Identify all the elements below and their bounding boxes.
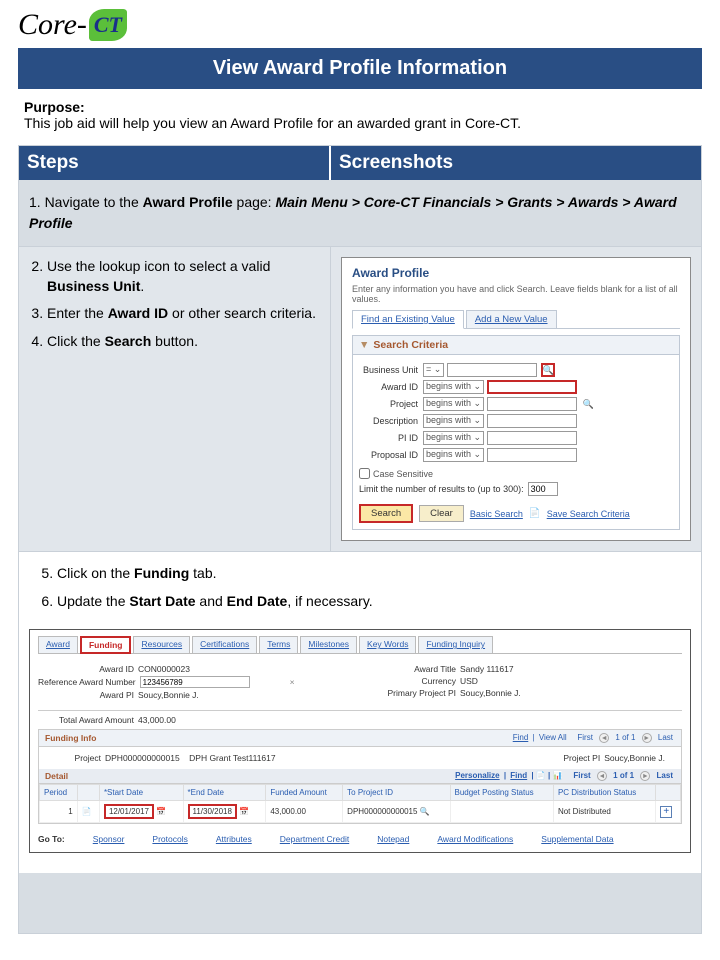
step-5: Click on the Funding tab. xyxy=(57,564,691,584)
row-doc-icon[interactable]: 📄 xyxy=(77,801,99,823)
search-criteria-header[interactable]: ▼Search Criteria xyxy=(353,336,679,355)
funding-nav: Find | View All First ◄ 1 of 1 ► Last xyxy=(511,733,675,743)
step-2: Use the lookup icon to select a valid Bu… xyxy=(47,257,324,296)
tab-funding-inquiry[interactable]: Funding Inquiry xyxy=(418,636,493,653)
award-id-value: CON0000023 xyxy=(138,664,190,674)
funding-info-title: Funding Info xyxy=(45,733,96,743)
step-1: 1. Navigate to the Award Profile page: M… xyxy=(19,180,701,247)
input-award-id[interactable] xyxy=(487,380,577,394)
purpose-label: Purpose: xyxy=(24,99,85,115)
goto-award-modifications[interactable]: Award Modifications xyxy=(437,834,513,844)
case-sensitive-label: Case Sensitive xyxy=(373,469,433,479)
limit-label: Limit the number of results to (up to 30… xyxy=(359,484,524,494)
logo-ct-badge: CT xyxy=(89,9,127,41)
tab-certifications[interactable]: Certifications xyxy=(192,636,257,653)
lookup-project-icon[interactable]: 🔍 xyxy=(581,397,595,411)
prev-icon[interactable]: ◄ xyxy=(599,733,609,743)
header-steps: Steps xyxy=(19,146,331,180)
step-3: Enter the Award ID or other search crite… xyxy=(47,304,324,324)
project-desc: DPH Grant Test111617 xyxy=(189,753,275,763)
clear-button[interactable]: Clear xyxy=(419,505,464,522)
basic-search-link[interactable]: Basic Search xyxy=(470,509,523,519)
save-icon: 📄 xyxy=(529,508,541,519)
op-project[interactable]: begins with ⌄ xyxy=(423,397,484,411)
step-6: Update the Start Date and End Date, if n… xyxy=(57,592,691,612)
limit-input[interactable] xyxy=(528,482,558,496)
goto-notepad[interactable]: Notepad xyxy=(377,834,409,844)
purpose-text: This job aid will help you view an Award… xyxy=(24,115,521,131)
primary-project-pi-value: Soucy,Bonnie J. xyxy=(460,688,521,698)
next-icon[interactable]: ► xyxy=(642,733,652,743)
start-date-input[interactable]: 12/01/2017 xyxy=(104,804,154,819)
funded-amount: 43,000.00 xyxy=(266,801,343,823)
tab-add-new[interactable]: Add a New Value xyxy=(466,310,557,328)
label-proposal-id: Proposal ID xyxy=(359,450,423,460)
search-button[interactable]: Search xyxy=(359,504,413,523)
op-award-id[interactable]: begins with ⌄ xyxy=(423,380,484,394)
tab-milestones[interactable]: Milestones xyxy=(300,636,357,653)
op-description[interactable]: begins with ⌄ xyxy=(423,414,484,428)
tab-find-existing[interactable]: Find an Existing Value xyxy=(352,310,464,329)
goto-department-credit[interactable]: Department Credit xyxy=(280,834,349,844)
op-business-unit[interactable]: = ⌄ xyxy=(423,363,444,377)
input-proposal-id[interactable] xyxy=(487,448,577,462)
award-pi-value: Soucy,Bonnie J. xyxy=(138,690,199,700)
goto-attributes[interactable]: Attributes xyxy=(216,834,252,844)
step-4: Click the Search button. xyxy=(47,332,324,352)
logo-ct-text: CT xyxy=(94,12,122,38)
reference-award-input[interactable] xyxy=(140,676,250,688)
shot1-intro: Enter any information you have and click… xyxy=(352,284,680,304)
input-pi-id[interactable] xyxy=(487,431,577,445)
end-date-input[interactable]: 11/30/2018 xyxy=(188,804,237,819)
lookup-business-unit-icon[interactable]: 🔍 xyxy=(541,363,555,377)
add-row-icon[interactable]: + xyxy=(660,806,672,818)
currency-value: USD xyxy=(460,676,478,686)
logo-text-left: Core- xyxy=(18,8,87,42)
header-screenshots: Screenshots xyxy=(331,146,701,180)
tab-funding[interactable]: Funding xyxy=(80,636,132,654)
screenshot-funding: Award Funding Resources Certifications T… xyxy=(29,629,691,853)
steps-panel-1: Use the lookup icon to select a valid Bu… xyxy=(19,247,331,551)
label-award-id: Award ID xyxy=(359,382,423,392)
op-proposal-id[interactable]: begins with ⌄ xyxy=(423,448,484,462)
tab-terms[interactable]: Terms xyxy=(259,636,298,653)
lookup-to-project-icon[interactable]: 🔍 xyxy=(420,807,430,816)
tab-keywords[interactable]: Key Words xyxy=(359,636,416,653)
op-pi-id[interactable]: begins with ⌄ xyxy=(423,431,484,445)
goto-supplemental-data[interactable]: Supplemental Data xyxy=(541,834,613,844)
detail-title: Detail xyxy=(45,771,68,781)
project-pi-value: Soucy,Bonnie J. xyxy=(604,753,665,763)
screenshot-panel-1: Award Profile Enter any information you … xyxy=(331,247,701,551)
detail-table: Period *Start Date *End Date Funded Amou… xyxy=(39,784,681,823)
save-search-link[interactable]: Save Search Criteria xyxy=(547,509,630,519)
logo: Core- CT xyxy=(18,0,702,48)
label-pi-id: PI ID xyxy=(359,433,423,443)
tab-resources[interactable]: Resources xyxy=(133,636,190,653)
label-description: Description xyxy=(359,416,423,426)
label-business-unit: Business Unit xyxy=(359,365,423,375)
pc-status: Not Distributed xyxy=(553,801,655,823)
goto-protocols[interactable]: Protocols xyxy=(152,834,187,844)
input-description[interactable] xyxy=(487,414,577,428)
goto-label: Go To: xyxy=(38,834,65,844)
content-box: Steps Screenshots 1. Navigate to the Awa… xyxy=(18,145,702,934)
shot1-title: Award Profile xyxy=(352,266,680,280)
case-sensitive-checkbox[interactable] xyxy=(359,468,370,479)
title-bar: View Award Profile Information xyxy=(18,48,702,89)
to-project-id: DPH000000000015 xyxy=(347,807,417,816)
purpose-block: Purpose: This job aid will help you view… xyxy=(18,89,702,145)
project-value: DPH000000000015 xyxy=(105,753,180,763)
award-title-value: Sandy 111617 xyxy=(460,664,514,674)
table-row: 1 📄 12/01/2017 📅 11/30/2018 📅 43,000.00 … xyxy=(40,801,681,823)
total-award-amount: 43,000.00 xyxy=(138,715,176,725)
input-project[interactable] xyxy=(487,397,577,411)
goto-sponsor[interactable]: Sponsor xyxy=(93,834,125,844)
label-project: Project xyxy=(359,399,423,409)
steps-panel-2: Click on the Funding tab. Update the Sta… xyxy=(19,552,701,873)
tab-award[interactable]: Award xyxy=(38,636,78,653)
input-business-unit[interactable] xyxy=(447,363,537,377)
